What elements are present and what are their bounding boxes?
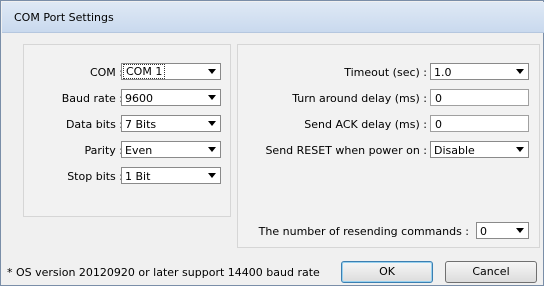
resend-count-value: 0 (480, 225, 487, 238)
send-reset-value: Disable (434, 144, 475, 157)
com-label: COM : (89, 66, 123, 79)
chevron-down-icon (516, 147, 524, 152)
baud-rate-note: * OS version 20120920 or later support 1… (7, 266, 320, 279)
chevron-down-icon (516, 69, 524, 74)
serial-settings-group: COM : COM 1 Baud rate : 9600 Data bits :… (23, 44, 231, 217)
com-select[interactable]: COM 1 (121, 63, 221, 80)
com-value: COM 1 (122, 64, 166, 79)
ok-button[interactable]: OK (341, 261, 433, 283)
chevron-down-icon (208, 95, 216, 100)
cancel-button[interactable]: Cancel (445, 261, 537, 283)
resend-count-select[interactable]: 0 (476, 222, 529, 239)
send-reset-label: Send RESET when power on : (265, 144, 427, 157)
baud-rate-select[interactable]: 9600 (121, 89, 221, 106)
stop-bits-value: 1 Bit (125, 170, 151, 183)
parity-select[interactable]: Even (121, 141, 221, 158)
data-bits-select[interactable]: 7 Bits (121, 115, 221, 132)
chevron-down-icon (516, 228, 524, 233)
timing-settings-group: Timeout (sec) : 1.0 Turn around delay (m… (237, 44, 540, 248)
timeout-label: Timeout (sec) : (344, 66, 427, 79)
window-title: COM Port Settings (14, 11, 114, 24)
timeout-select[interactable]: 1.0 (430, 63, 529, 80)
ack-delay-input[interactable]: 0 (430, 115, 529, 132)
chevron-down-icon (208, 69, 216, 74)
com-port-settings-dialog: COM Port Settings COM : COM 1 Baud rate … (0, 0, 544, 286)
ack-delay-value: 0 (435, 118, 442, 131)
timeout-value: 1.0 (434, 66, 452, 79)
chevron-down-icon (208, 121, 216, 126)
data-bits-label: Data bits : (65, 118, 123, 131)
parity-value: Even (125, 144, 153, 157)
send-reset-select[interactable]: Disable (430, 141, 529, 158)
parity-label: Parity : (84, 144, 123, 157)
baud-rate-label: Baud rate : (61, 92, 123, 105)
resend-count-label: The number of resending commands : (258, 225, 469, 238)
chevron-down-icon (208, 147, 216, 152)
baud-rate-value: 9600 (125, 92, 153, 105)
title-bar: COM Port Settings (2, 2, 544, 33)
turnaround-delay-input[interactable]: 0 (430, 89, 529, 106)
stop-bits-select[interactable]: 1 Bit (121, 167, 221, 184)
chevron-down-icon (208, 173, 216, 178)
stop-bits-label: Stop bits : (67, 170, 123, 183)
turnaround-delay-value: 0 (435, 92, 442, 105)
ack-delay-label: Send ACK delay (ms) : (304, 118, 427, 131)
turnaround-delay-label: Turn around delay (ms) : (292, 92, 427, 105)
data-bits-value: 7 Bits (125, 118, 157, 131)
